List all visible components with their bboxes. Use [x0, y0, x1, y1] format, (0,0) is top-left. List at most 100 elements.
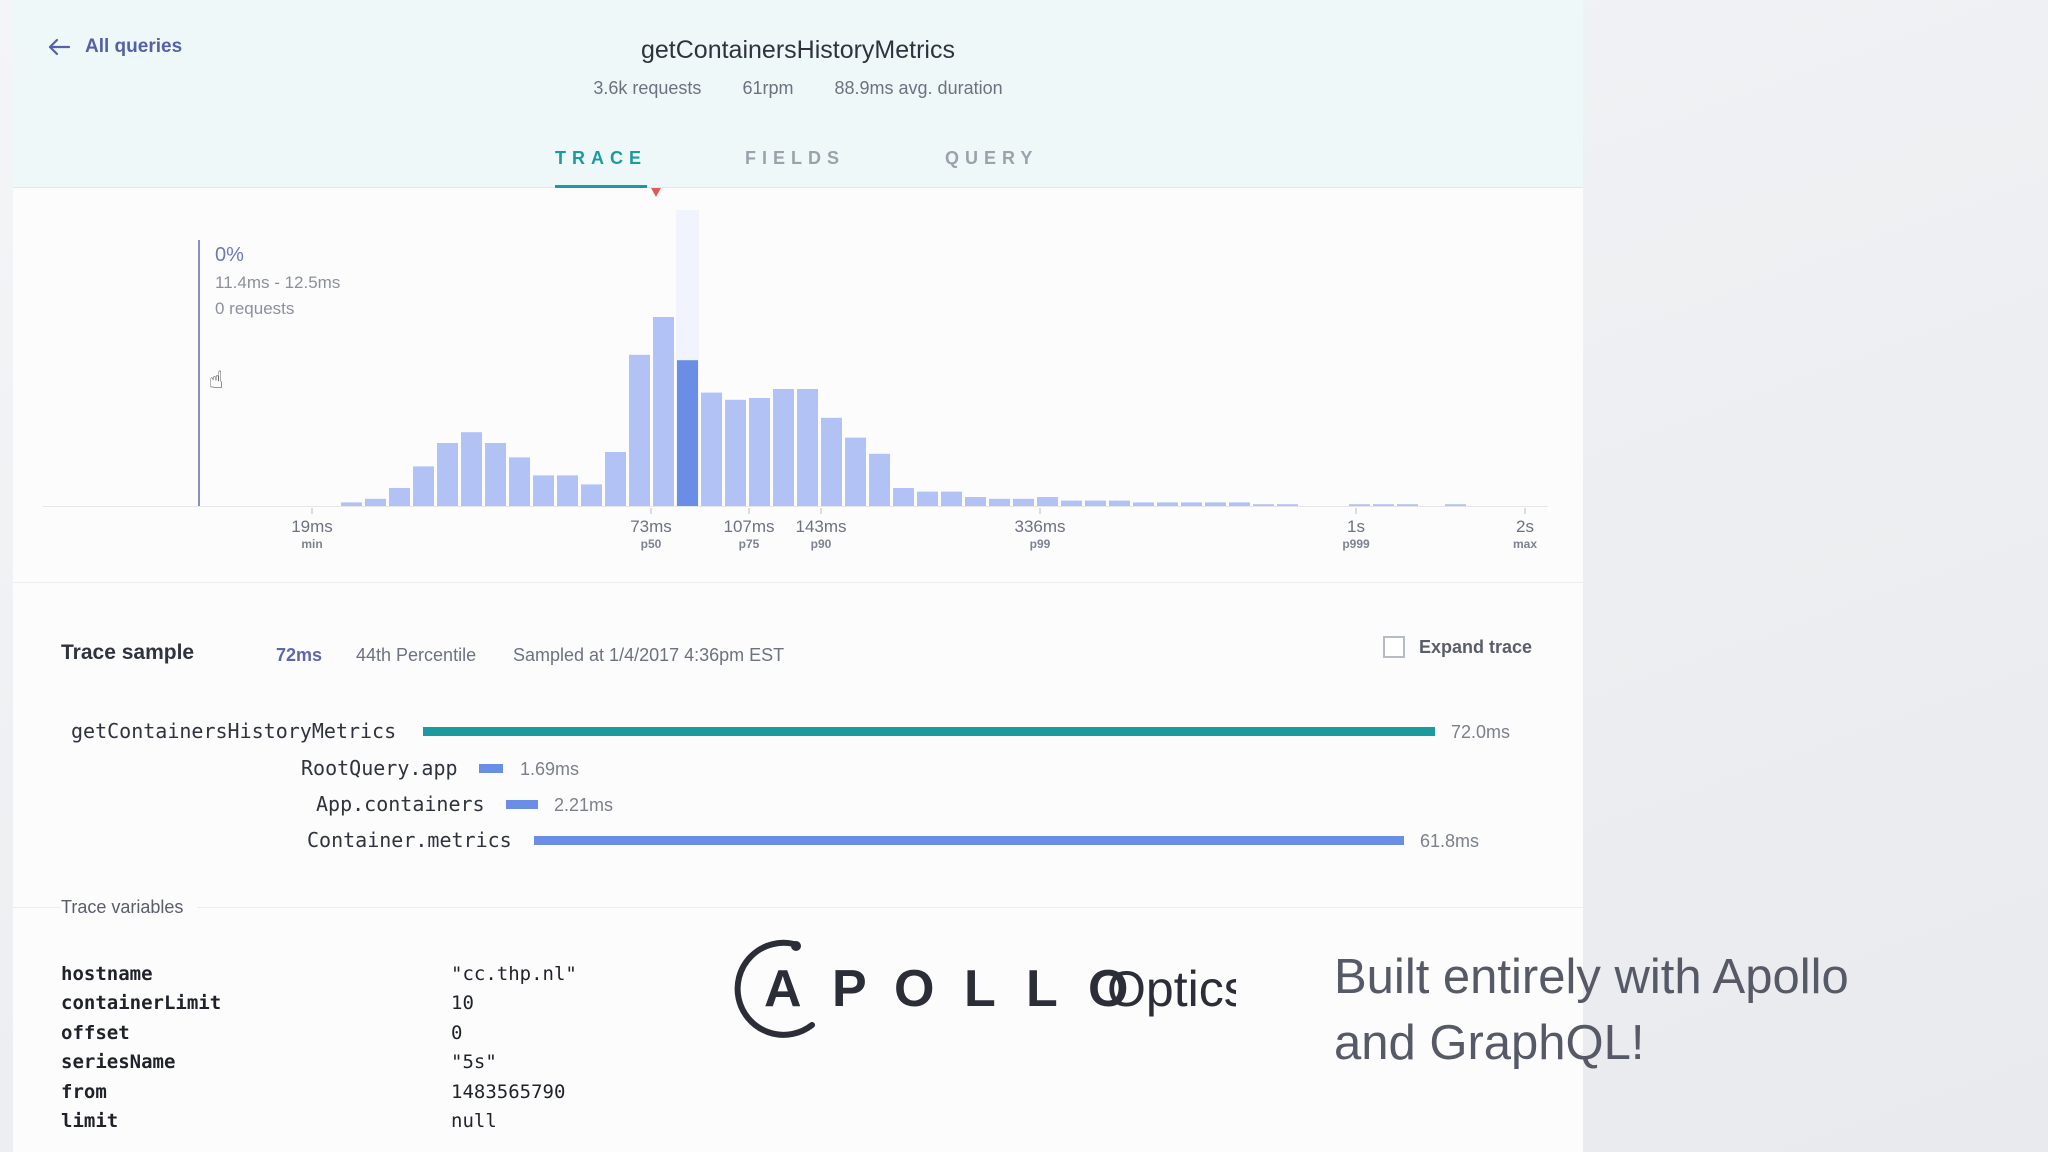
expand-trace-label: Expand trace — [1419, 636, 1533, 657]
tagline: Built entirely with Apollo and GraphQL! — [1334, 944, 1984, 1076]
histogram-bar[interactable] — [749, 398, 770, 506]
trace-sample-title: Trace sample — [61, 641, 195, 664]
histogram-bar[interactable] — [1253, 504, 1274, 506]
rpm-stat: 61rpm — [742, 78, 794, 98]
histogram-bar[interactable] — [869, 453, 890, 506]
hand-cursor-icon: ☝ — [209, 366, 224, 394]
tick-label: 143ms — [795, 517, 846, 536]
histogram-bar[interactable] — [437, 443, 458, 506]
tooltip-range: 11.4ms - 12.5ms — [215, 273, 341, 292]
histogram-bar[interactable] — [509, 457, 530, 506]
histogram-bar[interactable] — [653, 317, 674, 506]
trace-sampled-at: Sampled at 1/4/2017 4:36pm EST — [513, 645, 785, 665]
logo-wordmark: APOLLO — [764, 960, 1128, 1018]
trace-duration: 72ms — [276, 645, 323, 665]
tick-label: 19ms — [291, 517, 333, 536]
histogram-bar[interactable] — [1037, 497, 1058, 506]
span-duration: 72.0ms — [1451, 722, 1511, 742]
span-name: Container.metrics — [307, 828, 512, 852]
query-header: All queries getContainersHistoryMetrics … — [13, 0, 1583, 188]
histogram-bar[interactable] — [797, 389, 818, 506]
span-name: App.containers — [316, 792, 485, 816]
histogram-bar[interactable] — [845, 437, 866, 506]
tick-label: 1s — [1347, 517, 1365, 536]
histogram-bar[interactable] — [389, 488, 410, 506]
variable-key: containerLimit — [61, 992, 222, 1014]
histogram-bar[interactable] — [701, 392, 722, 506]
variable-key: offset — [61, 1022, 130, 1044]
tick-sublabel: max — [1513, 537, 1537, 551]
tagline-line-1: Built entirely with Apollo — [1334, 950, 1849, 1004]
trace-variables-title: Trace variables — [61, 897, 198, 918]
histogram-bar[interactable] — [941, 491, 962, 506]
span-duration: 1.69ms — [520, 759, 580, 779]
tick-label: 73ms — [630, 517, 672, 536]
histogram-bar[interactable] — [1133, 502, 1154, 506]
tick-sublabel: p99 — [1030, 537, 1051, 551]
span-name: getContainersHistoryMetrics — [71, 719, 397, 743]
histogram-bar[interactable] — [1229, 502, 1250, 506]
histogram-bar[interactable] — [989, 498, 1010, 506]
histogram-bar[interactable] — [725, 399, 746, 506]
histogram-bar[interactable] — [965, 497, 986, 506]
expand-trace-toggle[interactable]: Expand trace — [1383, 636, 1532, 658]
logo-product: Optics — [1107, 961, 1236, 1017]
avg-duration-stat: 88.9ms avg. duration — [834, 78, 1003, 98]
histogram-bar[interactable] — [1085, 500, 1106, 506]
histogram-bar[interactable] — [1205, 502, 1226, 506]
tab-trace[interactable]: TRACE — [555, 148, 647, 169]
histogram-bar[interactable] — [1157, 502, 1178, 506]
tick-sublabel: p999 — [1342, 537, 1370, 551]
histogram-bar[interactable] — [773, 389, 794, 506]
variable-value: 0 — [451, 1022, 463, 1044]
histogram-bar[interactable] — [1445, 504, 1466, 506]
histogram-bar[interactable] — [1013, 498, 1034, 506]
variable-key: limit — [61, 1110, 119, 1132]
span-bar[interactable] — [534, 836, 1404, 845]
tick-sublabel: p75 — [739, 537, 760, 551]
tab-query[interactable]: QUERY — [945, 148, 1038, 169]
tick-sublabel: p50 — [641, 537, 662, 551]
span-bar[interactable] — [479, 764, 503, 773]
histogram-bar[interactable] — [1109, 500, 1130, 506]
span-duration: 61.8ms — [1420, 831, 1480, 851]
histogram-bar[interactable] — [1397, 504, 1418, 506]
histogram-bar[interactable] — [533, 475, 554, 506]
histogram-bar[interactable] — [821, 417, 842, 506]
query-title: getContainersHistoryMetrics — [641, 36, 955, 64]
query-stats: 3.6k requests 61rpm 88.9ms avg. duration — [13, 78, 1583, 99]
histogram-bar[interactable] — [485, 443, 506, 506]
tick-label: 107ms — [723, 517, 774, 536]
histogram-bar[interactable] — [461, 432, 482, 506]
section-divider — [13, 907, 1583, 908]
histogram-bar[interactable] — [605, 452, 626, 506]
tagline-line-2: and GraphQL! — [1334, 1016, 1645, 1070]
histogram-bar[interactable] — [557, 475, 578, 506]
histogram-tooltip: 0% 11.4ms - 12.5ms 0 requests — [215, 244, 340, 319]
expand-trace-checkbox[interactable] — [1383, 636, 1405, 658]
variable-value: "5s" — [451, 1051, 497, 1073]
histogram-bar[interactable] — [1277, 504, 1298, 506]
histogram-bar[interactable] — [1349, 504, 1370, 506]
histogram-bar[interactable] — [581, 484, 602, 506]
variable-key: seriesName — [61, 1051, 176, 1073]
span-bar[interactable] — [423, 727, 1435, 736]
histogram-bar[interactable] — [413, 466, 434, 506]
histogram-bar[interactable] — [893, 488, 914, 506]
histogram-bar[interactable] — [677, 360, 698, 506]
histogram-bar[interactable] — [1181, 502, 1202, 506]
span-bar[interactable] — [506, 800, 538, 809]
tick-label: 336ms — [1014, 517, 1065, 536]
variable-value: 10 — [451, 992, 474, 1014]
variable-value: "cc.thp.nl" — [451, 963, 577, 985]
tooltip-percent: 0% — [215, 244, 244, 266]
tick-sublabel: min — [301, 537, 322, 551]
histogram-bar[interactable] — [629, 354, 650, 506]
apollo-optics-logo: APOLLO Optics — [734, 939, 1236, 1038]
histogram-bar[interactable] — [1061, 500, 1082, 506]
tab-fields[interactable]: FIELDS — [745, 148, 845, 169]
histogram-bar[interactable] — [341, 502, 362, 506]
histogram-bar[interactable] — [365, 498, 386, 506]
histogram-bar[interactable] — [1373, 504, 1394, 506]
histogram-bar[interactable] — [917, 491, 938, 506]
